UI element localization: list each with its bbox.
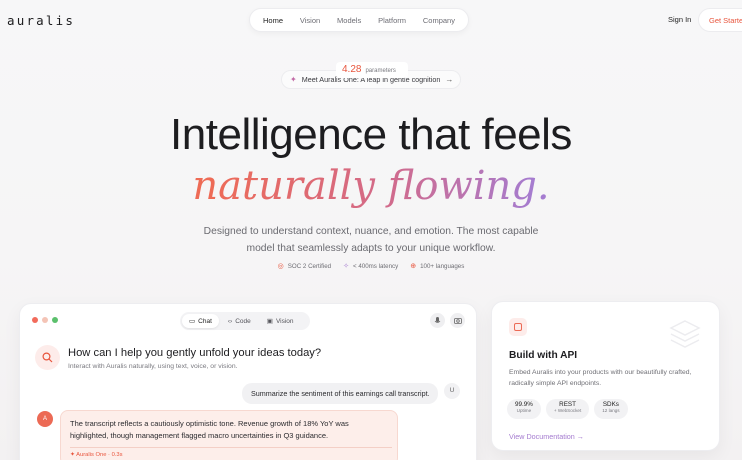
window-close-dot <box>32 317 38 323</box>
nav-link-platform[interactable]: Platform <box>370 12 414 29</box>
brand-logo[interactable]: auralis <box>7 13 75 28</box>
tab-chat[interactable]: ▭ Chat <box>182 314 219 328</box>
assistant-message: The transcript reflects a cautiously opt… <box>60 410 398 460</box>
stat-label: + WebSocket <box>553 408 582 413</box>
chat-subheading: Interact with Auralis naturally, using t… <box>68 363 238 370</box>
parameter-label: parameters <box>365 68 396 74</box>
tab-vision[interactable]: ▣ Vision <box>260 314 301 328</box>
trust-badges: ◎ SOC 2 Certified ✧ < 400ms latency ⊕ 10… <box>0 262 742 271</box>
shield-icon: ◎ <box>277 263 284 270</box>
badge-latency: ✧ < 400ms latency <box>343 262 399 271</box>
nav-link-vision[interactable]: Vision <box>292 12 328 29</box>
view-documentation-link[interactable]: View Documentation → <box>509 432 584 441</box>
stat-sdks: SDKs 12 langs <box>594 399 628 419</box>
badge-languages: ⊕ 100+ languages <box>410 262 465 271</box>
window-maximize-dot <box>52 317 58 323</box>
get-started-button[interactable]: Get Started <box>698 8 742 32</box>
user-message: Summarize the sentiment of this earnings… <box>242 383 438 404</box>
meta-label: Auralis One · 0.3s <box>76 452 123 458</box>
assistant-message-meta: ✦ Auralis One · 0.3s <box>70 452 388 458</box>
window-minimize-dot <box>42 317 48 323</box>
chat-heading: How can I help you gently unfold your id… <box>68 347 322 359</box>
stat-value: 99.9% <box>515 401 533 408</box>
badge-label: < 400ms latency <box>352 262 399 270</box>
globe-icon: ⊕ <box>410 263 417 270</box>
code-box-icon <box>509 318 527 336</box>
window-controls <box>32 317 58 323</box>
stat-label: 12 langs <box>602 408 620 413</box>
stat-value: SDKs <box>602 401 619 408</box>
stat-protocol: REST + WebSocket <box>545 399 590 419</box>
tab-label: Code <box>235 317 251 325</box>
hero-title: Intelligence that feels <box>170 110 572 159</box>
tab-label: Chat <box>198 317 212 325</box>
hero-accent-title: naturally flowing. <box>0 160 742 212</box>
image-icon: ▣ <box>266 318 273 325</box>
hero-subtitle-line-2: model that seamlessly adapts to your uni… <box>246 243 496 254</box>
chat-demo-card: ▭ Chat ‹› Code ▣ Vision How can I help y… <box>19 303 477 460</box>
api-title: Build with API <box>509 350 578 361</box>
tab-code[interactable]: ‹› Code <box>221 315 258 328</box>
api-description: Embed Auralis into your products with ou… <box>509 369 692 387</box>
hero-subtitle-line-1: Designed to understand context, nuance, … <box>203 226 539 237</box>
sparkle-icon: ✦ <box>290 75 297 84</box>
message-divider <box>70 447 392 448</box>
tab-label: Vision <box>275 317 294 325</box>
nav-link-home[interactable]: Home <box>255 12 291 29</box>
microphone-icon <box>434 316 441 323</box>
camera-button[interactable] <box>450 313 465 328</box>
microphone-button[interactable] <box>430 313 445 328</box>
code-icon: ‹› <box>227 317 233 325</box>
chat-icon: ▭ <box>189 318 196 325</box>
badge-label: 100+ languages <box>420 262 465 270</box>
api-stats: 99.9% Uptime REST + WebSocket SDKs 12 la… <box>507 399 628 419</box>
search-badge <box>35 345 60 370</box>
mode-tabs: ▭ Chat ‹› Code ▣ Vision <box>180 312 310 330</box>
bolt-icon: ✧ <box>343 263 349 270</box>
camera-icon <box>453 318 462 324</box>
nav-link-company[interactable]: Company <box>415 12 463 29</box>
main-nav: Home Vision Models Platform Company <box>249 8 469 32</box>
arrow-right-icon: → <box>445 75 454 84</box>
nav-link-models[interactable]: Models <box>329 12 369 29</box>
sign-in-link[interactable]: Sign In <box>668 15 691 24</box>
stat-value: REST <box>559 401 576 408</box>
api-card: Build with API Embed Auralis into your p… <box>491 301 720 451</box>
badge-soc2: ◎ SOC 2 Certified <box>277 262 332 271</box>
parameter-value: 4.28 <box>342 64 362 75</box>
assistant-avatar: A <box>37 411 53 427</box>
hero-subtitle: Designed to understand context, nuance, … <box>0 223 742 257</box>
layers-icon <box>669 320 701 348</box>
badge-label: SOC 2 Certified <box>287 262 332 270</box>
stat-label: Uptime <box>516 408 532 413</box>
search-icon <box>42 352 53 363</box>
stat-uptime: 99.9% Uptime <box>507 399 541 419</box>
assistant-message-text: The transcript reflects a cautiously opt… <box>70 419 349 440</box>
user-avatar: U <box>444 383 460 399</box>
parameter-chip: 4.28 parameters <box>336 62 408 78</box>
